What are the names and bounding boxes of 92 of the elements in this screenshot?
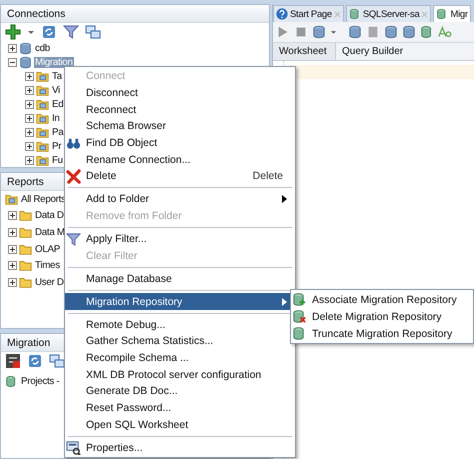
folder-icon xyxy=(19,259,32,272)
expand-icon[interactable] xyxy=(25,142,34,150)
database-icon[interactable] xyxy=(312,25,326,39)
menu-item[interactable]: Rename Connection... xyxy=(65,151,295,168)
tree-item[interactable]: OLAP xyxy=(34,244,61,255)
tree-item[interactable]: Data D xyxy=(34,210,65,222)
expand-icon[interactable] xyxy=(8,261,17,270)
filter-icon xyxy=(66,232,81,247)
database-icon xyxy=(19,42,32,54)
expand-icon[interactable] xyxy=(25,72,34,80)
menu-item[interactable]: XML DB Protocol server configuration xyxy=(65,366,295,384)
folder-icon xyxy=(36,84,49,96)
menu-item[interactable]: Delete Migration Repository xyxy=(291,308,473,325)
folder-icon xyxy=(19,209,32,222)
expand-icon[interactable] xyxy=(8,228,17,237)
play-icon[interactable] xyxy=(276,25,290,39)
tree-item[interactable]: Projects - xyxy=(20,376,60,386)
menu-item[interactable]: Recompile Schema ... xyxy=(65,350,295,366)
menu-item[interactable]: Find DB Object xyxy=(65,134,295,152)
windows-icon[interactable] xyxy=(85,24,101,40)
tree-item[interactable]: Ta xyxy=(51,70,63,82)
tab-label: Migr xyxy=(450,8,468,20)
menu-item[interactable]: Delete Delete xyxy=(65,168,295,185)
folder-icon xyxy=(36,126,49,138)
connection-icon xyxy=(348,8,361,20)
panel-title: Reports xyxy=(7,176,44,188)
collapse-icon[interactable] xyxy=(8,58,17,66)
menu-item[interactable]: Truncate Migration Repository xyxy=(291,325,473,342)
folder-icon xyxy=(36,154,49,166)
refresh-icon[interactable] xyxy=(41,24,57,40)
expand-icon[interactable] xyxy=(25,86,34,94)
folder-icon xyxy=(5,192,18,206)
refresh-icon[interactable] xyxy=(27,353,43,369)
tree-item[interactable]: Vi xyxy=(51,84,61,96)
project-icon xyxy=(5,374,18,388)
expand-icon[interactable] xyxy=(8,211,17,220)
folder-icon xyxy=(19,226,32,239)
menu-item[interactable]: Reset Password... xyxy=(65,400,295,416)
windows-icon[interactable] xyxy=(49,353,65,369)
submenu-arrow-icon xyxy=(282,298,287,306)
folder-icon xyxy=(19,276,32,289)
tree-item[interactable]: Pa xyxy=(51,126,64,138)
tree-item[interactable]: Ed xyxy=(51,98,64,110)
tree-item[interactable]: Data M xyxy=(34,226,66,238)
expand-icon[interactable] xyxy=(8,244,17,254)
folder-icon xyxy=(36,112,49,124)
connection-icon xyxy=(436,8,448,20)
tab-label: SQLServer-sa xyxy=(362,8,420,20)
tree-item[interactable]: Pr xyxy=(51,140,62,152)
editor-tab[interactable]: Start Page xyxy=(273,5,344,22)
database-icon[interactable] xyxy=(348,25,362,39)
tree-item[interactable]: Times xyxy=(34,260,61,272)
database-add-icon xyxy=(292,292,307,307)
expand-icon[interactable] xyxy=(25,114,34,122)
expand-icon[interactable] xyxy=(25,128,34,136)
tree-item[interactable]: Fu xyxy=(51,154,64,166)
expand-icon[interactable] xyxy=(25,156,34,164)
database-delete-icon xyxy=(292,309,307,324)
submenu-arrow-icon xyxy=(282,195,287,204)
folder-icon xyxy=(19,242,32,256)
tree-item[interactable]: cdb xyxy=(34,42,51,54)
panel-title: Migration xyxy=(7,336,50,348)
menu-item[interactable]: Properties... xyxy=(65,439,295,456)
menu-item[interactable]: Disconnect xyxy=(65,84,295,102)
editor-tab[interactable]: Migr xyxy=(433,5,471,22)
expand-icon[interactable] xyxy=(8,278,17,287)
delete-icon xyxy=(66,168,81,184)
tree-item[interactable]: In xyxy=(51,112,61,124)
menu-item[interactable]: Add to Folder xyxy=(65,191,295,208)
format-icon[interactable] xyxy=(438,25,452,39)
menu-item[interactable]: Schema Browser xyxy=(65,118,295,135)
menu-item[interactable]: Generate DB Doc... xyxy=(65,383,295,400)
folder-icon xyxy=(36,98,49,110)
editor-tab[interactable]: SQLServer-sa xyxy=(346,5,432,22)
expand-icon[interactable] xyxy=(25,100,34,108)
help-icon xyxy=(276,8,288,20)
add-icon[interactable] xyxy=(5,24,21,40)
worksheet-tab[interactable]: Worksheet xyxy=(273,43,336,60)
menu-item[interactable]: Apply Filter... xyxy=(65,230,295,248)
menu-item[interactable]: Reconnect xyxy=(65,101,295,118)
menu-item[interactable]: Manage Database xyxy=(65,270,295,288)
folder-icon xyxy=(36,70,49,82)
folder-icon xyxy=(36,140,49,152)
properties-icon xyxy=(66,440,81,456)
worksheet-tab[interactable]: Query Builder xyxy=(336,43,410,60)
menu-item[interactable]: Open SQL Worksheet xyxy=(65,416,295,434)
tab-label: Start Page xyxy=(290,8,332,20)
expand-icon[interactable] xyxy=(8,44,17,52)
database-icon xyxy=(19,56,32,68)
panel-title: Connections xyxy=(7,8,66,20)
connection-icon[interactable] xyxy=(420,25,434,39)
tree-item[interactable]: User D xyxy=(34,276,65,288)
